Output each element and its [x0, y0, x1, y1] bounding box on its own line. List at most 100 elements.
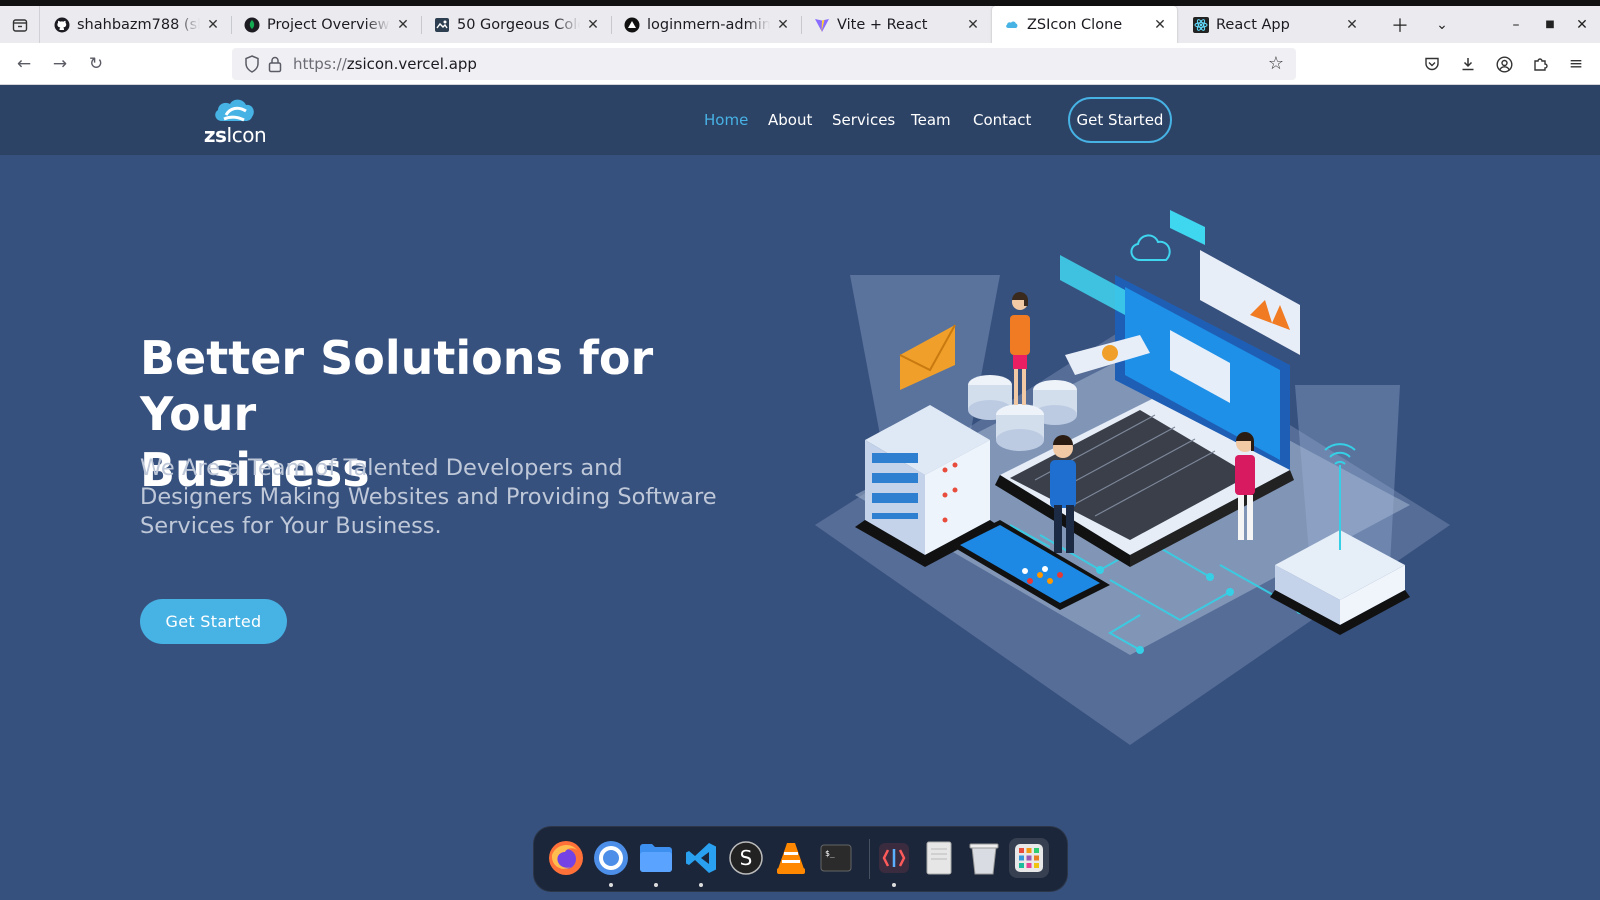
tab-vercel[interactable]: loginmern-admin - Overview ✕ [612, 6, 800, 43]
close-icon[interactable]: ✕ [586, 17, 600, 33]
address-bar[interactable]: https://zsicon.vercel.app ☆ [232, 48, 1296, 80]
new-tab-button[interactable]: ＋ [1382, 6, 1418, 43]
site-logo[interactable]: zsIcon [200, 95, 270, 147]
react-icon [1193, 16, 1209, 33]
nav-contact[interactable]: Contact [973, 85, 1031, 155]
pocket-button[interactable] [1416, 43, 1448, 85]
files-icon [640, 844, 672, 872]
vite-icon [814, 17, 830, 33]
devtools-icon [879, 843, 909, 873]
reload-icon: ↻ [88, 54, 104, 74]
forward-button[interactable]: → [44, 43, 76, 85]
lock-icon[interactable] [268, 55, 282, 77]
downloads-button[interactable] [1452, 43, 1484, 85]
close-icon[interactable]: ✕ [1153, 17, 1167, 33]
tab-overview-icon [12, 18, 27, 32]
account-button[interactable] [1488, 43, 1520, 85]
tab-title: loginmern-admin - Overview [647, 16, 770, 33]
nav-home[interactable]: Home [704, 85, 748, 155]
maximize-icon: ■ [1545, 19, 1555, 30]
browser-tab-bar: shahbazm788 (shahbazm788) ✕ Project Over… [0, 0, 1600, 44]
dock-text-editor[interactable] [919, 838, 959, 878]
tab-react-app[interactable]: React App ✕ [1181, 6, 1369, 43]
dock-trash[interactable] [964, 838, 1004, 878]
close-icon[interactable]: ✕ [396, 17, 410, 33]
dock-chrome[interactable] [591, 838, 631, 887]
vscode-icon [686, 843, 716, 873]
close-icon[interactable]: ✕ [1345, 17, 1359, 33]
minimize-button[interactable]: – [1500, 6, 1532, 43]
extensions-button[interactable] [1524, 43, 1556, 85]
cloud-logo-icon [215, 99, 254, 122]
running-indicator [654, 883, 658, 887]
maximize-button[interactable]: ■ [1534, 6, 1566, 43]
chevron-down-icon: ⌄ [1436, 16, 1448, 33]
url-text[interactable]: https://zsicon.vercel.app [293, 48, 477, 80]
nav-about[interactable]: About [768, 85, 812, 155]
tab-title: shahbazm788 (shahbazm788) [77, 16, 200, 33]
plus-icon: ＋ [1391, 15, 1409, 37]
close-icon[interactable]: ✕ [206, 17, 220, 33]
os-dock: S $_ [533, 826, 1068, 892]
dock-vscode[interactable] [681, 838, 721, 887]
svg-text:S: S [740, 846, 753, 870]
list-all-tabs-button[interactable] [0, 6, 40, 43]
hero-illustration [815, 210, 1450, 745]
menu-button[interactable]: ≡ [1560, 43, 1592, 85]
dock-separator [869, 839, 870, 879]
tab-title: Project Overview | Cloud [267, 16, 390, 33]
shield-icon[interactable] [244, 55, 260, 77]
close-icon[interactable]: ✕ [776, 17, 790, 33]
app-grid-icon [1015, 844, 1043, 872]
tab-list-dropdown[interactable]: ⌄ [1424, 6, 1460, 43]
back-button[interactable]: ← [8, 43, 40, 85]
download-icon [1462, 58, 1474, 71]
svg-text:$_: $_ [825, 849, 835, 858]
url-scheme: https:// [293, 55, 347, 73]
tab-title: 50 Gorgeous Color Schemes [457, 16, 580, 33]
tab-color-schemes[interactable]: 50 Gorgeous Color Schemes ✕ [422, 6, 610, 43]
tab-github[interactable]: shahbazm788 (shahbazm788) ✕ [42, 6, 230, 43]
text-editor-icon [926, 841, 952, 875]
simplenote-icon: S [729, 841, 763, 875]
window-close-button[interactable]: ✕ [1566, 6, 1598, 43]
dock-vlc[interactable] [771, 838, 811, 878]
close-icon[interactable]: ✕ [966, 17, 980, 33]
firefox-icon [549, 841, 583, 875]
logo-text: zsIcon [200, 123, 270, 147]
dock-firefox[interactable] [546, 838, 586, 878]
close-icon: ✕ [1576, 16, 1588, 33]
tab-project-overview[interactable]: Project Overview | Cloud ✕ [232, 6, 420, 43]
vercel-triangle-icon [624, 17, 640, 33]
logo-text-bold: zs [203, 123, 227, 147]
dock-app-grid[interactable] [1009, 838, 1049, 878]
dock-files[interactable] [636, 838, 676, 887]
hamburger-icon: ≡ [1568, 54, 1584, 74]
header-get-started-button[interactable]: Get Started [1068, 97, 1172, 143]
running-indicator [609, 883, 613, 887]
dock-terminal[interactable]: $_ [816, 838, 856, 878]
reload-button[interactable]: ↻ [80, 43, 112, 85]
arrow-right-icon: → [52, 54, 68, 74]
bookmark-star-icon[interactable]: ☆ [1268, 53, 1284, 74]
trash-icon [969, 843, 999, 875]
puzzle-icon [1534, 58, 1548, 71]
github-icon [54, 17, 70, 33]
dock-devtools[interactable] [874, 838, 914, 887]
mongodb-leaf-icon [244, 17, 260, 33]
hero-subtitle: We Are a Team of Talented Developers and… [140, 455, 717, 539]
terminal-icon: $_ [820, 844, 852, 872]
arrow-left-icon: ← [16, 54, 32, 74]
site-header: zsIcon Home About Services Team Contact … [0, 85, 1600, 155]
tab-zsicon-clone[interactable]: ZSIcon Clone ✕ [992, 6, 1177, 44]
account-icon [1495, 55, 1513, 73]
tab-vite-react[interactable]: Vite + React ✕ [802, 6, 990, 43]
nav-services[interactable]: Services [832, 85, 895, 155]
hero-get-started-button[interactable]: Get Started [140, 599, 287, 644]
nav-team[interactable]: Team [911, 85, 951, 155]
pocket-icon [1425, 57, 1439, 71]
zsicon-icon [1004, 17, 1020, 33]
dock-simplenote[interactable]: S [726, 838, 766, 878]
url-host: zsicon.vercel.app [346, 55, 477, 73]
vlc-icon [777, 843, 805, 874]
